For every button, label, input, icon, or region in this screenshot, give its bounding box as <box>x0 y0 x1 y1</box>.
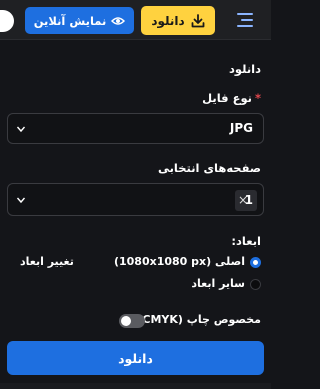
print-cmyk-label: مخصوص چاپ (CMYK) <box>137 313 261 326</box>
required-mark: * <box>254 91 261 105</box>
toggle-knob <box>121 316 131 326</box>
dimensions-label: ابعاد: <box>231 234 261 248</box>
online-preview-button[interactable]: نمایش آنلاین <box>25 7 134 34</box>
panel-footer <box>0 383 271 389</box>
file-type-label: *نوع فایل <box>202 91 261 105</box>
page-tag[interactable]: 1 × <box>235 190 257 211</box>
print-cmyk-toggle[interactable] <box>119 314 145 328</box>
download-icon <box>191 13 205 27</box>
download-panel: دانلود *نوع فایل JPG صفحه‌های انتخابی 1 … <box>0 41 271 389</box>
resize-link[interactable]: تغییر ابعاد <box>20 255 74 268</box>
radio-original-size[interactable] <box>250 257 261 268</box>
other-size-label: سایر ابعاد <box>191 277 245 290</box>
download-button[interactable]: دانلود <box>7 341 264 375</box>
eye-icon <box>111 16 126 25</box>
top-toolbar: نمایش آنلاین دانلود <box>0 0 271 40</box>
file-type-value: JPG <box>229 121 253 135</box>
menu-icon[interactable] <box>235 12 255 28</box>
pages-multiselect[interactable]: 1 × <box>7 183 264 216</box>
chevron-down-icon <box>16 197 26 204</box>
download-top-button[interactable]: دانلود <box>141 6 215 35</box>
download-top-label: دانلود <box>151 13 185 28</box>
file-type-select[interactable]: JPG <box>7 113 264 144</box>
panel-title: دانلود <box>229 62 261 76</box>
original-size-label: اصلی (1080x1080 px) <box>113 255 245 268</box>
theme-toggle[interactable] <box>0 10 14 32</box>
chevron-down-icon <box>16 126 26 133</box>
preview-button-label: نمایش آنلاین <box>33 13 107 28</box>
tag-remove-icon[interactable]: × <box>238 193 248 207</box>
radio-other-size[interactable] <box>250 279 261 290</box>
pages-label: صفحه‌های انتخابی <box>157 161 261 175</box>
